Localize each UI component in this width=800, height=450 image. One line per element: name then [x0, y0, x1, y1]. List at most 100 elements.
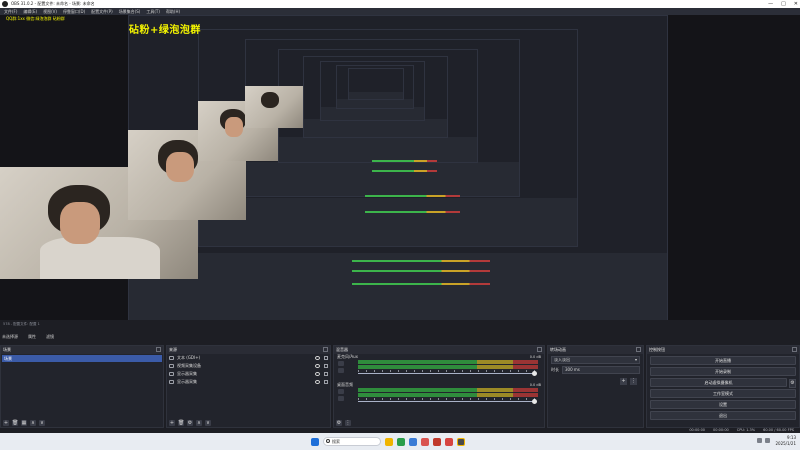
text-icon [169, 356, 174, 360]
visibility-eye-icon[interactable] [315, 364, 320, 368]
menu-file[interactable]: 文件(F) [4, 8, 17, 15]
app-icon[interactable] [397, 437, 405, 446]
undock-icon[interactable] [636, 347, 641, 352]
undock-icon[interactable] [156, 347, 161, 352]
controls-header: 控制按钮 [647, 346, 799, 354]
lock-icon[interactable] [324, 380, 328, 384]
remove-scene-button[interactable]: 🗑 [12, 419, 18, 426]
volume-icon[interactable] [765, 438, 770, 443]
lock-icon[interactable] [324, 372, 328, 376]
system-tray [757, 438, 770, 443]
taskbar-clock[interactable]: 9:13 2025/1/21 [775, 435, 796, 447]
visibility-eye-icon[interactable] [315, 356, 320, 360]
profile-info: 578 - 配置文件: 配置 1 [0, 320, 800, 328]
menu-scene-collection[interactable]: 场景集合(S) [119, 8, 141, 15]
mute-icon[interactable] [338, 389, 344, 394]
menu-help[interactable]: 帮助(H) [166, 8, 180, 15]
undock-icon[interactable] [537, 347, 542, 352]
scene-filters-button[interactable]: ▦ [21, 419, 27, 426]
volume-slider[interactable] [358, 399, 537, 404]
menu-view[interactable]: 视图(V) [43, 8, 57, 15]
source-item[interactable]: 视频采集设备 [167, 362, 330, 370]
add-transition-button[interactable]: + [620, 378, 627, 385]
transitions-header: 转场动画 [548, 346, 643, 354]
volume-meter [358, 365, 538, 369]
exit-button[interactable]: 退出 [650, 411, 796, 420]
controls-dock: 控制按钮 开始直播 开始录制 启动虚拟摄像机 ⚙ 工作室模式 设置 退出 [646, 345, 800, 428]
minimize-button[interactable]: — [768, 0, 773, 8]
source-toolbar: 未选择源 属性 滤镜 [0, 332, 800, 342]
sources-dock: 来源 文本 (GDI+) 视频采集设备 显示器采集 显示器采集 + 🗑 ⚙ ∧ … [166, 345, 331, 428]
source-item[interactable]: 显示器采集 [167, 378, 330, 386]
scene-item[interactable]: 场景 [2, 355, 162, 362]
duration-input[interactable]: 300 ms [562, 366, 640, 374]
slider-handle[interactable] [532, 399, 537, 404]
mute-icon[interactable] [338, 361, 344, 366]
transition-menu-button[interactable]: ⋮ [630, 378, 637, 385]
move-source-down-button[interactable]: ∨ [205, 419, 211, 426]
track-settings-icon[interactable] [338, 368, 344, 373]
properties-button[interactable]: 属性 [28, 332, 36, 342]
duration-label: 时长 [551, 367, 559, 372]
app-icon[interactable] [445, 437, 453, 446]
remove-source-button[interactable]: 🗑 [178, 419, 184, 426]
windows-start-icon[interactable] [311, 437, 319, 446]
clock-date: 2025/1/21 [775, 441, 796, 446]
preview-canvas[interactable]: QQ群:1xx 微信:绿泡泡群 砧粉群 砧粉+绿泡泡群 [0, 15, 800, 320]
source-item[interactable]: 显示器采集 [167, 370, 330, 378]
mixer-header: 混音器 [334, 346, 544, 354]
browser-icon[interactable] [409, 437, 417, 446]
visibility-eye-icon[interactable] [315, 380, 320, 384]
audio-mixer-dock: 混音器 麦克风/Aux 0.0 dB 桌面音频 0.0 dB ⚙ ⋮ [333, 345, 545, 428]
source-item[interactable]: 文本 (GDI+) [167, 354, 330, 362]
nested-meter [352, 270, 490, 272]
move-scene-up-button[interactable]: ∧ [30, 419, 36, 426]
menu-profile[interactable]: 配置文件(P) [91, 8, 113, 15]
nested-meter [352, 283, 490, 285]
menu-tools[interactable]: 工具(T) [146, 8, 160, 15]
track-settings-icon[interactable] [338, 396, 344, 401]
source-properties-button[interactable]: ⚙ [187, 419, 193, 426]
add-scene-button[interactable]: + [3, 419, 9, 426]
transition-select[interactable]: 淡入淡出 ▾ [551, 356, 640, 364]
mixer-settings-button[interactable]: ⚙ [336, 419, 342, 426]
taskbar-search[interactable]: 搜索 [323, 437, 381, 446]
nested-meter [352, 260, 490, 262]
transitions-dock: 转场动画 淡入淡出 ▾ 时长 300 ms + ⋮ [547, 345, 644, 428]
overlay-small-text: QQ群:1xx 微信:绿泡泡群 砧粉群 [6, 16, 65, 21]
move-scene-down-button[interactable]: ∨ [39, 419, 45, 426]
obs-taskbar-icon[interactable] [457, 437, 465, 446]
slider-handle[interactable] [532, 371, 537, 376]
add-source-button[interactable]: + [169, 419, 175, 426]
filters-button[interactable]: 滤镜 [46, 332, 54, 342]
chevron-down-icon: ▾ [634, 357, 637, 362]
window-title: OBS 31.0.2 - 配置文件: 未命名 - 场景: 未命名 [11, 1, 95, 6]
undock-icon[interactable] [323, 347, 328, 352]
visibility-eye-icon[interactable] [315, 372, 320, 376]
meter-scale [358, 370, 538, 372]
menu-edit[interactable]: 编辑(E) [23, 8, 37, 15]
settings-button[interactable]: 设置 [650, 400, 796, 409]
camera-icon [169, 364, 174, 368]
virtual-camera-settings-button[interactable]: ⚙ [789, 379, 796, 388]
menu-docks[interactable]: 停靠窗口(D) [63, 8, 85, 15]
lock-icon[interactable] [324, 364, 328, 368]
mixer-menu-button[interactable]: ⋮ [345, 419, 351, 426]
start-streaming-button[interactable]: 开始直播 [650, 356, 796, 365]
undock-icon[interactable] [792, 347, 797, 352]
maximize-button[interactable]: □ [781, 0, 786, 8]
app-icon[interactable] [421, 437, 429, 446]
monitor-icon [169, 372, 174, 376]
app-icon[interactable] [433, 437, 441, 446]
start-virtual-camera-button[interactable]: 启动虚拟摄像机 [650, 378, 787, 387]
start-recording-button[interactable]: 开始录制 [650, 367, 796, 376]
volume-meter [358, 388, 538, 392]
volume-slider[interactable] [358, 371, 537, 376]
sources-header: 来源 [167, 346, 330, 354]
lock-icon[interactable] [324, 356, 328, 360]
studio-mode-button[interactable]: 工作室模式 [650, 389, 796, 398]
wifi-icon[interactable] [757, 438, 762, 443]
move-source-up-button[interactable]: ∧ [196, 419, 202, 426]
close-button[interactable]: ✕ [794, 0, 798, 8]
file-explorer-icon[interactable] [385, 437, 393, 446]
